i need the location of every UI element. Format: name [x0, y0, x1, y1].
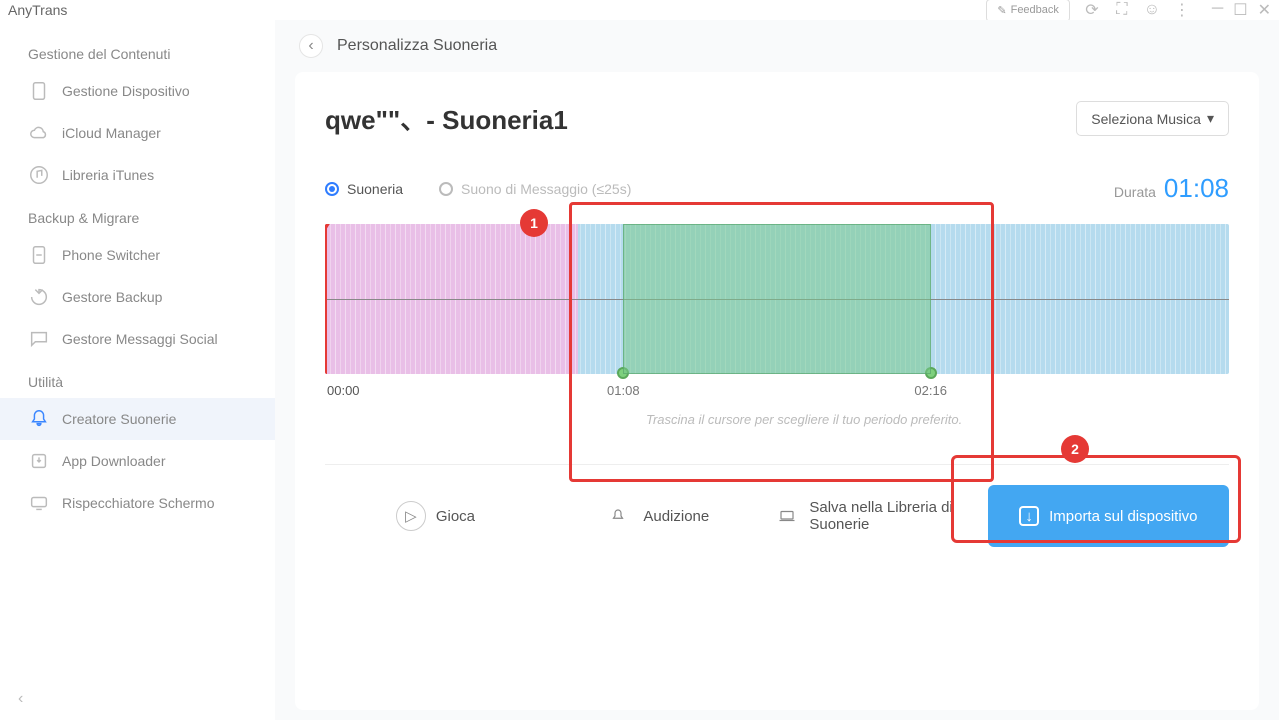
sidebar-item-phone-switcher[interactable]: Phone Switcher	[0, 234, 275, 276]
collapse-chevron-icon[interactable]: ‹	[18, 690, 23, 708]
selection-start-time: 01:08	[607, 383, 640, 398]
song-title: qwe""、- Suoneria1	[325, 100, 568, 137]
sidebar-item-label: Phone Switcher	[62, 247, 160, 263]
sidebar-item-label: Gestione Dispositivo	[62, 83, 190, 99]
topbar: AnyTrans ✎ Feedback ⟳ ⛶ ☺ ⋮ ─ ☐ ✕	[0, 0, 1279, 20]
select-music-button[interactable]: Seleziona Musica ▾	[1076, 101, 1229, 136]
window-controls: ─ ☐ ✕	[1212, 0, 1271, 20]
topbar-right: ✎ Feedback ⟳ ⛶ ☺ ⋮ ─ ☐ ✕	[986, 0, 1271, 22]
playhead-time: 00:00	[327, 383, 360, 398]
sidebar-item-ringtone-maker[interactable]: Creatore Suonerie	[0, 398, 275, 440]
sidebar-item-label: App Downloader	[62, 453, 166, 469]
save-library-label: Salva nella Libreria di Suonerie	[809, 499, 979, 533]
phone-icon	[28, 80, 50, 102]
top-icons: ⟳ ⛶ ☺ ⋮	[1084, 2, 1190, 18]
selection-end-time: 02:16	[914, 383, 947, 398]
annotation-badge-2: 2	[1061, 435, 1089, 463]
bell-outline-icon	[603, 501, 633, 531]
sidebar-section-content: Gestione del Contenuti	[0, 38, 275, 70]
duration-label: Durata	[1114, 184, 1156, 200]
playhead[interactable]	[325, 224, 327, 374]
type-row: Suoneria Suono di Messaggio (≤25s) Durat…	[325, 173, 1229, 204]
sidebar-item-backup-manager[interactable]: Gestore Backup	[0, 276, 275, 318]
feedback-label: Feedback	[1011, 4, 1059, 16]
radio-ringtone[interactable]: Suoneria	[325, 181, 403, 197]
waveform[interactable]	[325, 224, 1229, 374]
sidebar-item-itunes[interactable]: Libreria iTunes	[0, 154, 275, 196]
mirror-icon	[28, 492, 50, 514]
sidebar-item-app-downloader[interactable]: App Downloader	[0, 440, 275, 482]
breadcrumb-text: Personalizza Suoneria	[337, 37, 497, 55]
app-name: AnyTrans	[8, 2, 67, 18]
sidebar-item-label: Creatore Suonerie	[62, 411, 176, 427]
sidebar-item-device-manager[interactable]: Gestione Dispositivo	[0, 70, 275, 112]
editor-panel: qwe""、- Suoneria1 Seleziona Musica ▾ Suo…	[295, 72, 1259, 710]
selection-range[interactable]	[623, 224, 930, 374]
play-button[interactable]: ▷ Gioca	[325, 485, 546, 547]
import-device-label: Importa sul dispositivo	[1049, 508, 1197, 525]
cloud-icon	[28, 122, 50, 144]
duration-value: 01:08	[1164, 173, 1229, 204]
bell-icon	[28, 408, 50, 430]
annotation-badge-1: 1	[520, 209, 548, 237]
radio-message-label: Suono di Messaggio (≤25s)	[461, 181, 631, 197]
play-label: Gioca	[436, 508, 475, 525]
minimize-icon[interactable]: ─	[1212, 0, 1223, 20]
import-device-button[interactable]: ↓ Importa sul dispositivo	[988, 485, 1229, 547]
breadcrumb: ‹ Personalizza Suoneria	[275, 20, 1279, 72]
music-icon	[28, 164, 50, 186]
device-import-icon: ↓	[1019, 506, 1039, 526]
radio-message-sound[interactable]: Suono di Messaggio (≤25s)	[439, 181, 631, 197]
audition-button[interactable]: Audizione	[546, 485, 767, 547]
play-icon: ▷	[396, 501, 426, 531]
chevron-down-icon: ▾	[1207, 110, 1214, 127]
gift-icon[interactable]: ⛶	[1114, 2, 1130, 18]
radio-selected-icon	[325, 182, 339, 196]
sidebar-item-icloud[interactable]: iCloud Manager	[0, 112, 275, 154]
menu-icon[interactable]: ⋮	[1174, 2, 1190, 18]
chat-icon	[28, 328, 50, 350]
radio-unselected-icon	[439, 182, 453, 196]
title-row: qwe""、- Suoneria1 Seleziona Musica ▾	[325, 100, 1229, 137]
sidebar-item-label: Gestore Messaggi Social	[62, 331, 218, 347]
content: ‹ Personalizza Suoneria qwe""、- Suoneria…	[275, 20, 1279, 720]
audition-label: Audizione	[643, 508, 709, 525]
waveform-area: 1 00:00 01:08 02:16 Trascina il cursore …	[325, 224, 1229, 374]
sidebar-section-backup: Backup & Migrare	[0, 202, 275, 234]
feedback-icon: ✎	[997, 4, 1006, 17]
save-library-button[interactable]: Salva nella Libreria di Suonerie	[767, 485, 988, 547]
back-button[interactable]: ‹	[299, 34, 323, 58]
sidebar-item-social-messages[interactable]: Gestore Messaggi Social	[0, 318, 275, 360]
backup-icon	[28, 286, 50, 308]
radio-ringtone-label: Suoneria	[347, 181, 403, 197]
download-icon	[28, 450, 50, 472]
sidebar-item-label: iCloud Manager	[62, 125, 161, 141]
sidebar: Gestione del Contenuti Gestione Disposit…	[0, 20, 275, 720]
feedback-button[interactable]: ✎ Feedback	[986, 0, 1070, 22]
sidebar-item-screen-mirror[interactable]: Rispecchiatore Schermo	[0, 482, 275, 524]
switcher-icon	[28, 244, 50, 266]
close-icon[interactable]: ✕	[1258, 0, 1271, 20]
actions-row: ▷ Gioca Audizione Salva nella Libreria d…	[325, 464, 1229, 547]
laptop-icon	[775, 501, 800, 531]
sidebar-item-label: Libreria iTunes	[62, 167, 154, 183]
user-icon[interactable]: ☺	[1144, 2, 1160, 18]
sidebar-item-label: Rispecchiatore Schermo	[62, 495, 215, 511]
main: Gestione del Contenuti Gestione Disposit…	[0, 20, 1279, 720]
maximize-icon[interactable]: ☐	[1233, 0, 1247, 20]
duration: Durata 01:08	[1114, 173, 1229, 204]
refresh-icon[interactable]: ⟳	[1084, 2, 1100, 18]
sidebar-section-utility: Utilità	[0, 366, 275, 398]
sidebar-item-label: Gestore Backup	[62, 289, 162, 305]
drag-hint: Trascina il cursore per scegliere il tuo…	[587, 412, 1021, 427]
select-music-label: Seleziona Musica	[1091, 111, 1201, 127]
